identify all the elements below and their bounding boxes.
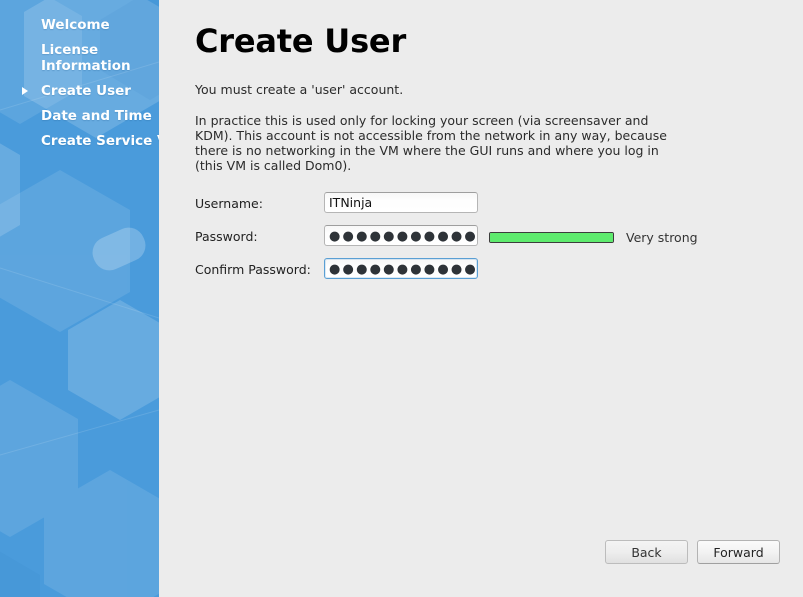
username-input[interactable] [324, 192, 478, 213]
username-label: Username: [195, 196, 263, 211]
wizard-content-pane: Create User You must create a 'user' acc… [159, 0, 803, 597]
wizard-sidebar: Welcome License Information Create User … [0, 0, 159, 597]
password-masked-value: ●●●●●●●●●●●●●● [329, 229, 478, 244]
sidebar-item-label: Create User [41, 83, 131, 99]
page-title: Create User [195, 22, 407, 60]
wizard-step-list: Welcome License Information Create User … [0, 0, 159, 149]
sidebar-item-create-service-vms[interactable]: Create Service VMs [0, 133, 159, 149]
sidebar-item-label: Welcome [41, 17, 110, 33]
description-text: In practice this is used only for lockin… [195, 113, 667, 173]
sidebar-item-label: Create Service VMs [41, 133, 159, 149]
username-row: Username: [195, 192, 755, 225]
password-label: Password: [195, 229, 258, 244]
password-row: Password: ●●●●●●●●●●●●●● Very strong [195, 225, 755, 258]
password-strength-meter: Very strong [489, 230, 698, 245]
sidebar-item-date-and-time[interactable]: Date and Time [0, 108, 159, 124]
forward-button[interactable]: Forward [697, 540, 780, 564]
sidebar-item-welcome[interactable]: Welcome [0, 17, 159, 33]
confirm-password-row: Confirm Password: ●●●●●●●●●●●●● [195, 258, 755, 291]
strength-bar-fill [490, 233, 613, 242]
intro-text: You must create a 'user' account. [195, 82, 404, 97]
sidebar-item-create-user[interactable]: Create User [0, 83, 159, 99]
confirm-password-label: Confirm Password: [195, 262, 311, 277]
sidebar-item-license-information[interactable]: License Information [0, 42, 159, 74]
current-step-arrow-icon [22, 86, 32, 97]
back-button[interactable]: Back [605, 540, 688, 564]
sidebar-item-label: Date and Time [41, 108, 152, 124]
strength-bar-track [489, 232, 614, 243]
installer-window: Welcome License Information Create User … [0, 0, 803, 597]
password-input[interactable]: ●●●●●●●●●●●●●● [324, 225, 478, 246]
confirm-password-input[interactable]: ●●●●●●●●●●●●● [324, 258, 478, 279]
sidebar-item-label: License Information [41, 42, 131, 74]
strength-label: Very strong [626, 230, 698, 245]
confirm-password-masked-value: ●●●●●●●●●●●●● [329, 262, 478, 277]
wizard-footer: Back Forward [605, 540, 780, 564]
create-user-form: Username: Password: ●●●●●●●●●●●●●● Very … [195, 192, 755, 291]
